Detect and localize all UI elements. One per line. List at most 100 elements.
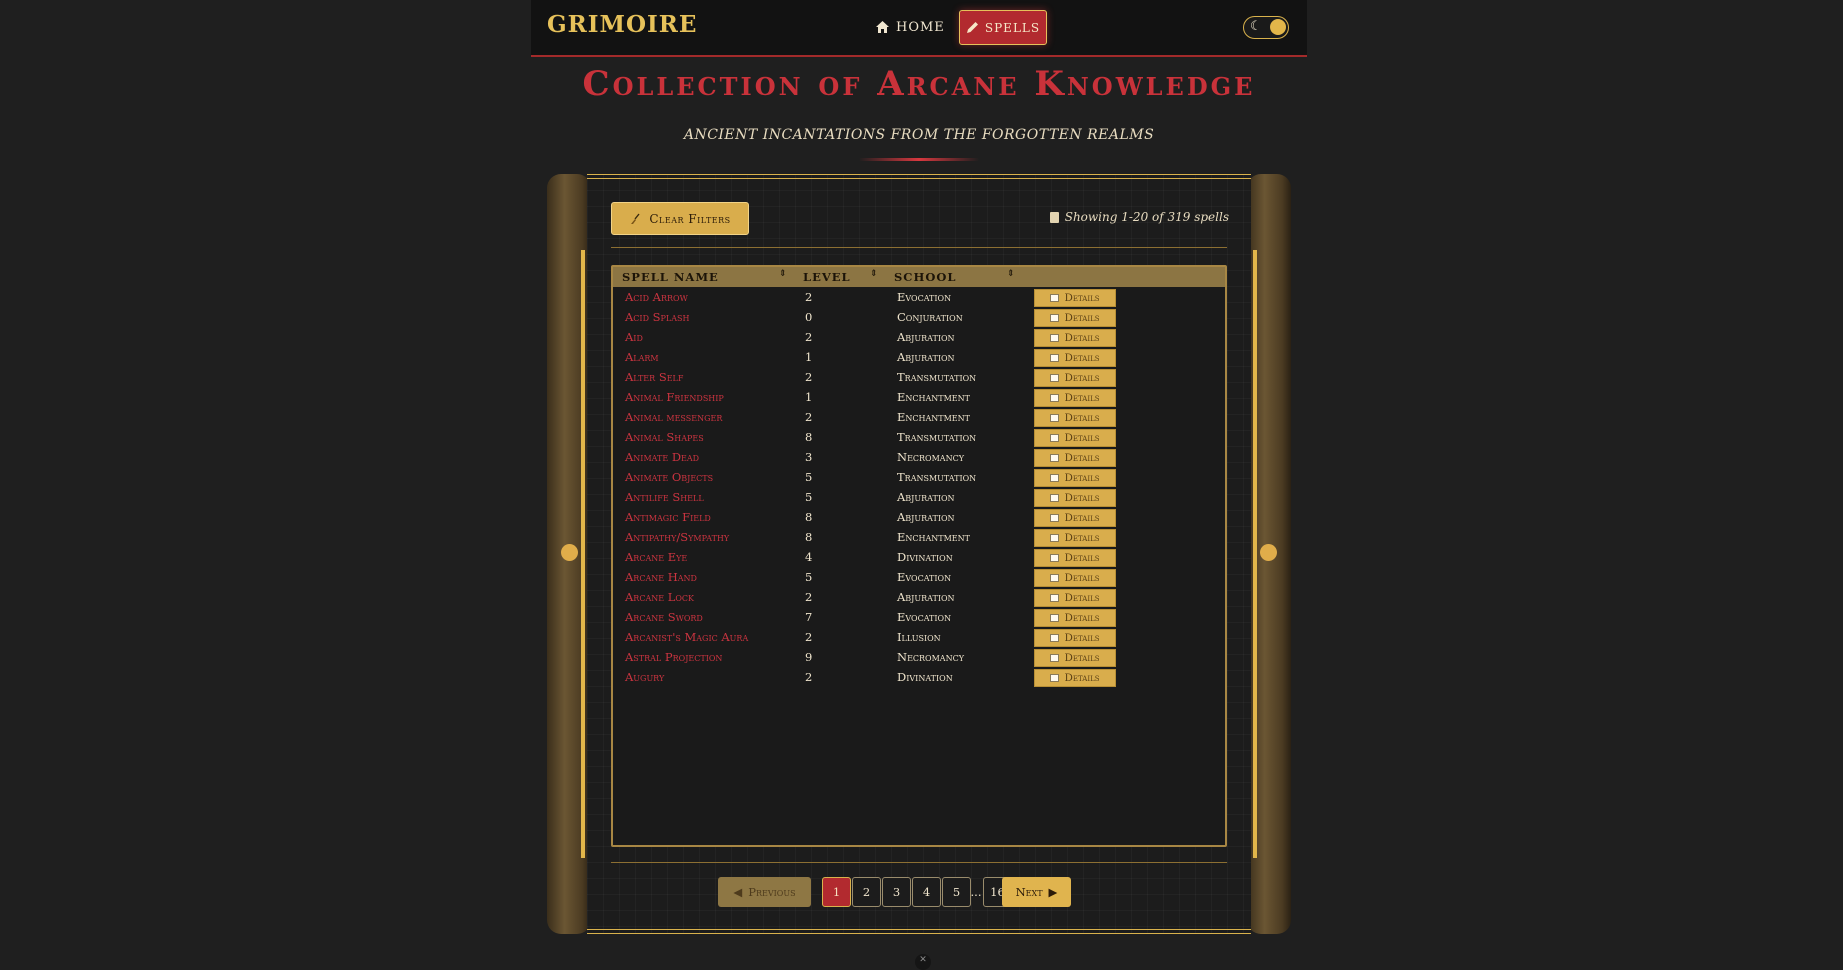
table-row: Acid Arrow 2 Evocation Details (613, 287, 1225, 307)
next-page-button[interactable]: Next ▶ (1002, 877, 1071, 907)
table-header: SPELL NAME ⇕ LEVEL ⇕ SCHOOL ⇕ (613, 267, 1225, 287)
details-button[interactable]: Details (1034, 509, 1116, 527)
spell-level: 2 (805, 370, 813, 384)
spell-school: Abjuration (897, 330, 955, 344)
spell-level: 2 (805, 630, 813, 644)
details-button[interactable]: Details (1034, 589, 1116, 607)
spell-name-link[interactable]: Animal Friendship (625, 390, 724, 404)
theme-toggle[interactable]: ☾ (1243, 16, 1289, 39)
spell-school: Enchantment (897, 390, 970, 404)
spell-name-link[interactable]: Animate Dead (625, 450, 699, 464)
details-button[interactable]: Details (1034, 389, 1116, 407)
details-button[interactable]: Details (1034, 469, 1116, 487)
details-button[interactable]: Details (1034, 529, 1116, 547)
table-row: Augury 2 Divination Details (613, 667, 1225, 687)
details-button[interactable]: Details (1034, 649, 1116, 667)
table-row: Animate Objects 5 Transmutation Details (613, 467, 1225, 487)
scroll-icon (1049, 211, 1059, 223)
spell-name-link[interactable]: Antilife Shell (625, 490, 704, 504)
page-button-5[interactable]: 5 (942, 877, 971, 907)
details-button[interactable]: Details (1034, 309, 1116, 327)
scroll-top-icon[interactable]: ✕ (915, 954, 931, 970)
book-icon (1050, 554, 1060, 562)
details-button[interactable]: Details (1034, 289, 1116, 307)
spell-name-link[interactable]: Astral Projection (625, 650, 722, 664)
spell-name-link[interactable]: Animal messenger (625, 410, 722, 424)
spell-name-link[interactable]: Animate Objects (625, 470, 713, 484)
details-button[interactable]: Details (1034, 369, 1116, 387)
page-button-3[interactable]: 3 (882, 877, 911, 907)
spell-school: Abjuration (897, 590, 955, 604)
table-row: Aid 2 Abjuration Details (613, 327, 1225, 347)
spell-name-link[interactable]: Antipathy/Sympathy (625, 530, 729, 544)
spell-school: Transmutation (897, 370, 977, 384)
page-button-1[interactable]: 1 (822, 877, 851, 907)
details-button[interactable]: Details (1034, 549, 1116, 567)
table-row: Antilife Shell 5 Abjuration Details (613, 487, 1225, 507)
details-button[interactable]: Details (1034, 609, 1116, 627)
spell-name-link[interactable]: Arcane Hand (625, 570, 697, 584)
roller-knob (1260, 544, 1277, 561)
details-button[interactable]: Details (1034, 349, 1116, 367)
details-button[interactable]: Details (1034, 429, 1116, 447)
sort-icon[interactable]: ⇕ (1007, 269, 1016, 279)
spell-name-link[interactable]: Arcane Lock (625, 590, 694, 604)
spell-name-link[interactable]: Arcane Eye (625, 550, 687, 564)
nav-home-label: HOME (896, 19, 945, 35)
details-button[interactable]: Details (1034, 569, 1116, 587)
details-button[interactable]: Details (1034, 329, 1116, 347)
nav-home-link[interactable]: HOME (875, 16, 945, 38)
book-icon (1050, 634, 1060, 642)
column-header-level[interactable]: LEVEL (803, 270, 851, 284)
table-row: Animal Shapes 8 Transmutation Details (613, 427, 1225, 447)
details-label: Details (1064, 392, 1100, 404)
details-label: Details (1064, 472, 1100, 484)
clear-filters-button[interactable]: Clear Filters (611, 202, 749, 235)
column-header-school[interactable]: SCHOOL (894, 270, 956, 284)
previous-page-button[interactable]: ◀ Previous (718, 877, 811, 907)
brand-logo[interactable]: GRIMOIRE (547, 11, 697, 38)
spell-name-link[interactable]: Arcane Sword (625, 610, 703, 624)
sort-icon[interactable]: ⇕ (779, 269, 788, 279)
table-row: Antipathy/Sympathy 8 Enchantment Details (613, 527, 1225, 547)
pagination: ◀ Previous 1 2 3 4 5 ... 16 Next ▶ (587, 877, 1251, 907)
spell-level: 2 (805, 330, 813, 344)
details-button[interactable]: Details (1034, 629, 1116, 647)
table-body: Acid Arrow 2 Evocation Details Acid Splash 0 C… (613, 287, 1225, 687)
page-button-4[interactable]: 4 (912, 877, 941, 907)
column-header-spell-name[interactable]: SPELL NAME (622, 270, 719, 284)
details-label: Details (1064, 312, 1100, 324)
page-button-2[interactable]: 2 (852, 877, 881, 907)
divider (611, 862, 1227, 863)
book-icon (1050, 394, 1060, 402)
spell-school: Divination (897, 550, 953, 564)
nav-spells-link[interactable]: SPELLS (959, 10, 1047, 45)
results-count: Showing 1-20 of 319 spells (1049, 210, 1229, 224)
spell-name-link[interactable]: Acid Splash (625, 310, 689, 324)
details-button[interactable]: Details (1034, 449, 1116, 467)
spell-school: Abjuration (897, 510, 955, 524)
book-icon (1050, 434, 1060, 442)
spell-school: Conjuration (897, 310, 963, 324)
details-button[interactable]: Details (1034, 409, 1116, 427)
book-icon (1050, 294, 1060, 302)
page-subtitle: ANCIENT INCANTATIONS FROM THE FORGOTTEN … (683, 127, 1155, 143)
spell-name-link[interactable]: Alter Self (625, 370, 683, 384)
spell-name-link[interactable]: Acid Arrow (625, 290, 688, 304)
spell-school: Illusion (897, 630, 941, 644)
table-row: Arcane Eye 4 Divination Details (613, 547, 1225, 567)
details-button[interactable]: Details (1034, 489, 1116, 507)
spell-name-link[interactable]: Antimagic Field (625, 510, 711, 524)
sort-icon[interactable]: ⇕ (870, 269, 879, 279)
spell-level: 2 (805, 290, 813, 304)
scroll-roller-left (547, 174, 591, 934)
spell-name-link[interactable]: Alarm (625, 350, 659, 364)
details-label: Details (1064, 292, 1100, 304)
spell-name-link[interactable]: Arcanist's Magic Aura (625, 630, 748, 644)
book-icon (1050, 674, 1060, 682)
spell-name-link[interactable]: Augury (625, 670, 664, 684)
spell-table: SPELL NAME ⇕ LEVEL ⇕ SCHOOL ⇕ Acid Arrow… (611, 265, 1227, 847)
spell-name-link[interactable]: Animal Shapes (625, 430, 704, 444)
details-button[interactable]: Details (1034, 669, 1116, 687)
spell-name-link[interactable]: Aid (625, 330, 643, 344)
